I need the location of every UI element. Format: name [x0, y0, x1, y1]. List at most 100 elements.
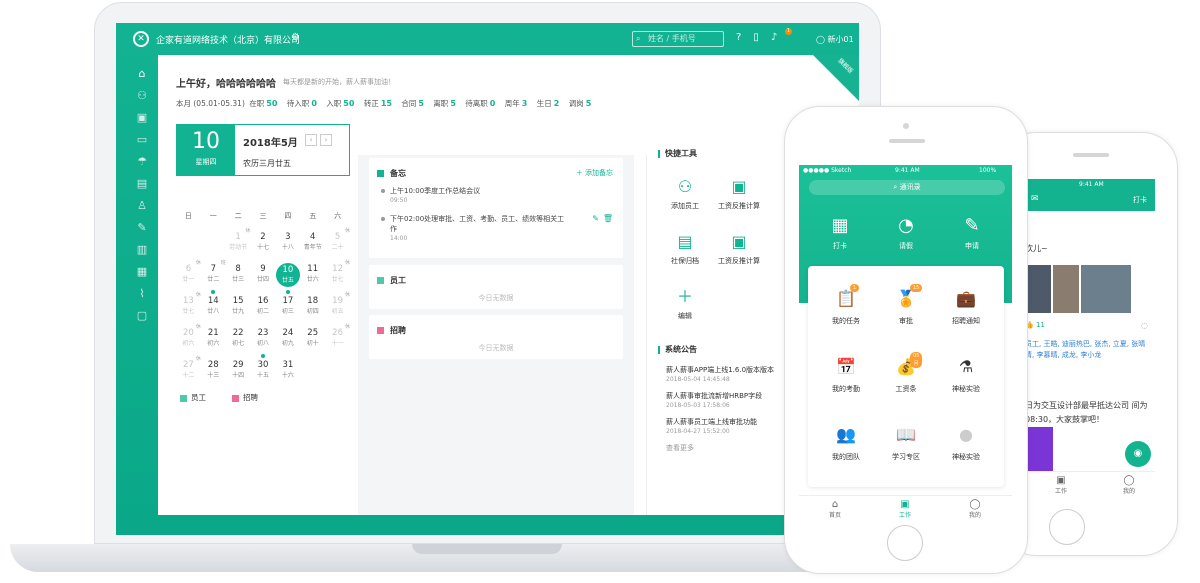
app-my-attendance[interactable]: 📅 我的考勤: [816, 356, 876, 394]
app-recruit-notice[interactable]: 💼 招聘通知: [936, 288, 996, 326]
stat-value[interactable]: 15: [381, 99, 392, 108]
chat-icon[interactable]: ▢: [130, 305, 154, 327]
app-approval[interactable]: 🏅 15 审批: [876, 284, 936, 326]
camera-button[interactable]: ◉: [1125, 441, 1151, 467]
calendar-day[interactable]: 休 6 廿一: [176, 260, 200, 289]
stat-value[interactable]: 5: [450, 99, 456, 108]
app-learning[interactable]: 📖 学习专区: [876, 424, 936, 462]
calendar-day-today[interactable]: 10 廿五: [275, 263, 300, 294]
company-name[interactable]: 企家有道网络技术（北京）有限公司: [156, 33, 300, 46]
legend-employee[interactable]: 员工: [180, 392, 206, 403]
report-icon[interactable]: ▦: [130, 261, 154, 283]
quick-apply[interactable]: ✎ 申请: [947, 215, 997, 251]
tool-salary-calc-2[interactable]: ▣ 工资反推计算: [714, 231, 764, 266]
calendar-day[interactable]: 24 初九: [275, 327, 300, 353]
calendar-day[interactable]: 8 廿三: [226, 263, 251, 289]
prev-month-icon[interactable]: ‹: [305, 134, 317, 146]
quick-leave[interactable]: ◔ 请假: [881, 215, 931, 251]
calendar-day[interactable]: 21 初六: [201, 327, 226, 353]
user-menu[interactable]: ◯ 新小01: [816, 34, 854, 45]
calendar-day[interactable]: 休 13 廿七: [176, 292, 200, 321]
edit-icon[interactable]: ✎: [592, 214, 599, 223]
calendar-day[interactable]: 22 初七: [226, 327, 251, 353]
user-icon[interactable]: ♙: [130, 195, 154, 217]
gear-icon[interactable]: ⚙: [291, 32, 300, 43]
calendar-day[interactable]: 休 1 劳动节: [226, 228, 250, 257]
stat-value[interactable]: 0: [311, 99, 317, 108]
stat-value[interactable]: 5: [586, 99, 592, 108]
calendar-day[interactable]: 15 廿九: [226, 295, 251, 321]
calendar-day[interactable]: 14 廿八: [201, 295, 226, 321]
org-icon[interactable]: ⚇: [130, 85, 154, 107]
stat-value[interactable]: 3: [522, 99, 528, 108]
trend-icon[interactable]: ⌇: [130, 283, 154, 305]
help-icon[interactable]: ?: [736, 32, 741, 43]
tool-social-archive[interactable]: ▤ 社保归档: [660, 231, 710, 266]
photo[interactable]: [1081, 265, 1131, 313]
comment-icon[interactable]: ◌: [1141, 321, 1148, 330]
calendar-day[interactable]: 28 十三: [201, 359, 226, 385]
contacts-search[interactable]: ⌕ 通讯录: [809, 180, 1005, 195]
app-lab[interactable]: ⚗ 神秘实验: [936, 356, 996, 394]
stat-value[interactable]: 50: [343, 99, 354, 108]
card-icon[interactable]: ▭: [130, 129, 154, 151]
delete-icon[interactable]: 🗑: [603, 214, 613, 223]
edit-icon[interactable]: ✎: [130, 217, 154, 239]
tool-edit[interactable]: ＋ 编辑: [660, 286, 710, 321]
calendar-day[interactable]: 2 十七: [251, 231, 276, 257]
calendar-day[interactable]: 休 5 二十: [325, 228, 350, 257]
home-button[interactable]: [887, 525, 923, 561]
notice-item[interactable]: 薪人薪事审批流新增HRBP字段 2018-05-03 17:58:06: [666, 391, 762, 411]
home-icon[interactable]: ⌂: [130, 63, 154, 85]
legend-recruit[interactable]: 招聘: [232, 392, 258, 403]
tab-work[interactable]: ▣ 工作: [885, 499, 925, 519]
punch-label[interactable]: 打卡: [1133, 195, 1147, 205]
tab-mine[interactable]: ◯ 我的: [1109, 475, 1149, 495]
calendar-day[interactable]: 休 27 十二: [176, 356, 200, 385]
calendar-day[interactable]: 班 7 廿二: [201, 260, 226, 294]
notice-more-link[interactable]: 查看更多: [666, 443, 694, 453]
bell-icon[interactable]: ♪: [771, 32, 777, 43]
search-input[interactable]: ⌕ 姓名 / 手机号: [632, 31, 724, 47]
home-button[interactable]: [1049, 509, 1085, 545]
umbrella-icon[interactable]: ☂: [130, 151, 154, 173]
app-lab-2[interactable]: ● 神秘实验: [936, 424, 996, 462]
tab-mine[interactable]: ◯ 我的: [955, 499, 995, 519]
calendar-day[interactable]: 4 青年节: [300, 231, 325, 257]
message-icon[interactable]: ✉: [1031, 194, 1039, 204]
stat-value[interactable]: 5: [418, 99, 424, 108]
company-logo-icon[interactable]: ✕: [133, 31, 149, 47]
photo[interactable]: [1053, 265, 1079, 313]
employee-icon[interactable]: ▣: [130, 107, 154, 129]
tool-add-employee[interactable]: ⚇ 添加员工: [660, 176, 710, 211]
calendar-day[interactable]: 23 初八: [251, 327, 276, 358]
calendar-day[interactable]: 16 初二: [251, 295, 276, 321]
memo-item[interactable]: 下午02:00处理审批、工资、考勤、员工、绩效等相关工作 14:00: [381, 214, 570, 244]
notice-item[interactable]: 薪人薪事员工端上线审批功能 2018-04-27 15:52:00: [666, 417, 757, 437]
stat-value[interactable]: 2: [554, 99, 560, 108]
tab-home[interactable]: ⌂ 首页: [815, 499, 855, 519]
photo[interactable]: [1025, 265, 1051, 313]
tool-salary-calc[interactable]: ▣ 工资反推计算: [714, 176, 764, 211]
calendar-day[interactable]: 3 十八: [275, 231, 300, 257]
add-memo-button[interactable]: ＋ 添加备忘: [576, 168, 613, 178]
memo-item[interactable]: 上午10:00季度工作总结会议 09:50: [381, 186, 580, 206]
chart-icon[interactable]: ▥: [130, 239, 154, 261]
app-my-team[interactable]: 👥 我的团队: [816, 424, 876, 462]
quick-punch[interactable]: ▦ 打卡: [815, 215, 865, 251]
next-month-icon[interactable]: ›: [320, 134, 332, 146]
app-payslip[interactable]: 💰 05月 工资条: [876, 352, 936, 394]
calendar-day[interactable]: 29 十四: [226, 359, 251, 385]
calendar-day[interactable]: 17 初三: [275, 295, 300, 321]
calendar-day[interactable]: 31 十六: [275, 359, 300, 385]
calendar-day[interactable]: 18 初四: [300, 295, 325, 321]
stat-value[interactable]: 0: [490, 99, 496, 108]
calendar-day[interactable]: 25 初十: [300, 327, 325, 353]
calendar-day[interactable]: 11 廿六: [300, 263, 325, 289]
calendar-day[interactable]: 休 19 初五: [325, 292, 350, 321]
document-icon[interactable]: ▤: [130, 173, 154, 195]
mobile-icon[interactable]: ▯: [753, 32, 759, 43]
calendar-day[interactable]: 9 廿四: [251, 263, 276, 289]
stat-value[interactable]: 50: [266, 99, 277, 108]
notice-item[interactable]: 薪人薪事APP端上线1.6.0版本版本 2018-05-04 14:45:48: [666, 365, 774, 385]
